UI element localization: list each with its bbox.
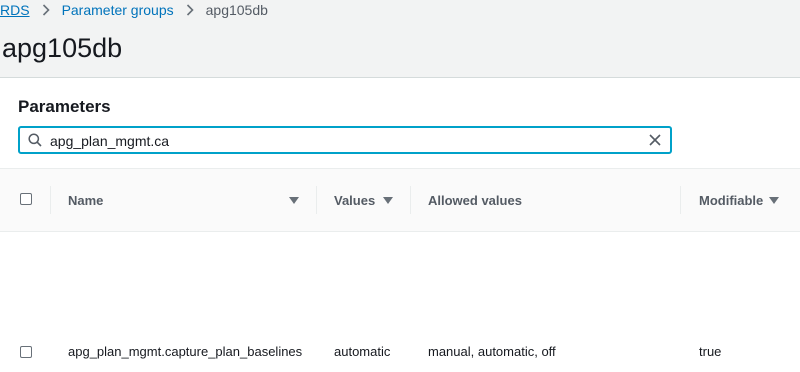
sort-caret-icon[interactable] [289,193,299,208]
column-header-label: Name [68,192,104,208]
row-checkbox[interactable] [20,346,32,358]
column-header-allowed-values: Allowed values [428,169,680,231]
column-header-values[interactable]: Values [334,169,410,231]
breadcrumb-link-rds[interactable]: RDS [0,2,30,18]
chevron-right-icon [186,4,194,16]
chevron-right-icon [42,4,50,16]
parameter-name: apg_plan_mgmt.capture_plan_baselines [68,344,303,359]
column-header-label: Modifiable [699,192,764,208]
table-header: Name Values Allowed values Modifiable [0,168,800,232]
parameter-allowed-values: manual, automatic, off [428,344,556,359]
close-icon[interactable] [648,133,662,152]
column-header-modifiable[interactable]: Modifiable [699,169,799,231]
breadcrumb-link-parameter-groups[interactable]: Parameter groups [62,2,174,18]
search-input[interactable] [50,131,630,151]
parameter-modifiable: true [699,344,722,359]
search-box [18,126,672,154]
breadcrumb-current: apg105db [205,2,268,18]
column-header-label: Allowed values [428,192,522,208]
parameters-panel: Parameters Name Values Allowed values [0,77,800,372]
column-divider [410,186,411,214]
select-all-checkbox[interactable] [20,193,32,205]
column-divider [316,186,317,214]
sort-caret-icon[interactable] [383,193,393,208]
page-title: apg105db [2,33,123,63]
breadcrumb: RDS Parameter groups apg105db [0,0,268,20]
search-icon [28,133,42,152]
column-header-label: Values [334,192,376,208]
column-divider [680,186,681,214]
parameter-value: automatic [334,344,391,359]
parameters-title: Parameters [18,97,111,116]
sort-caret-icon[interactable] [769,193,779,208]
column-header-name[interactable]: Name [68,169,316,231]
column-divider [50,186,51,214]
